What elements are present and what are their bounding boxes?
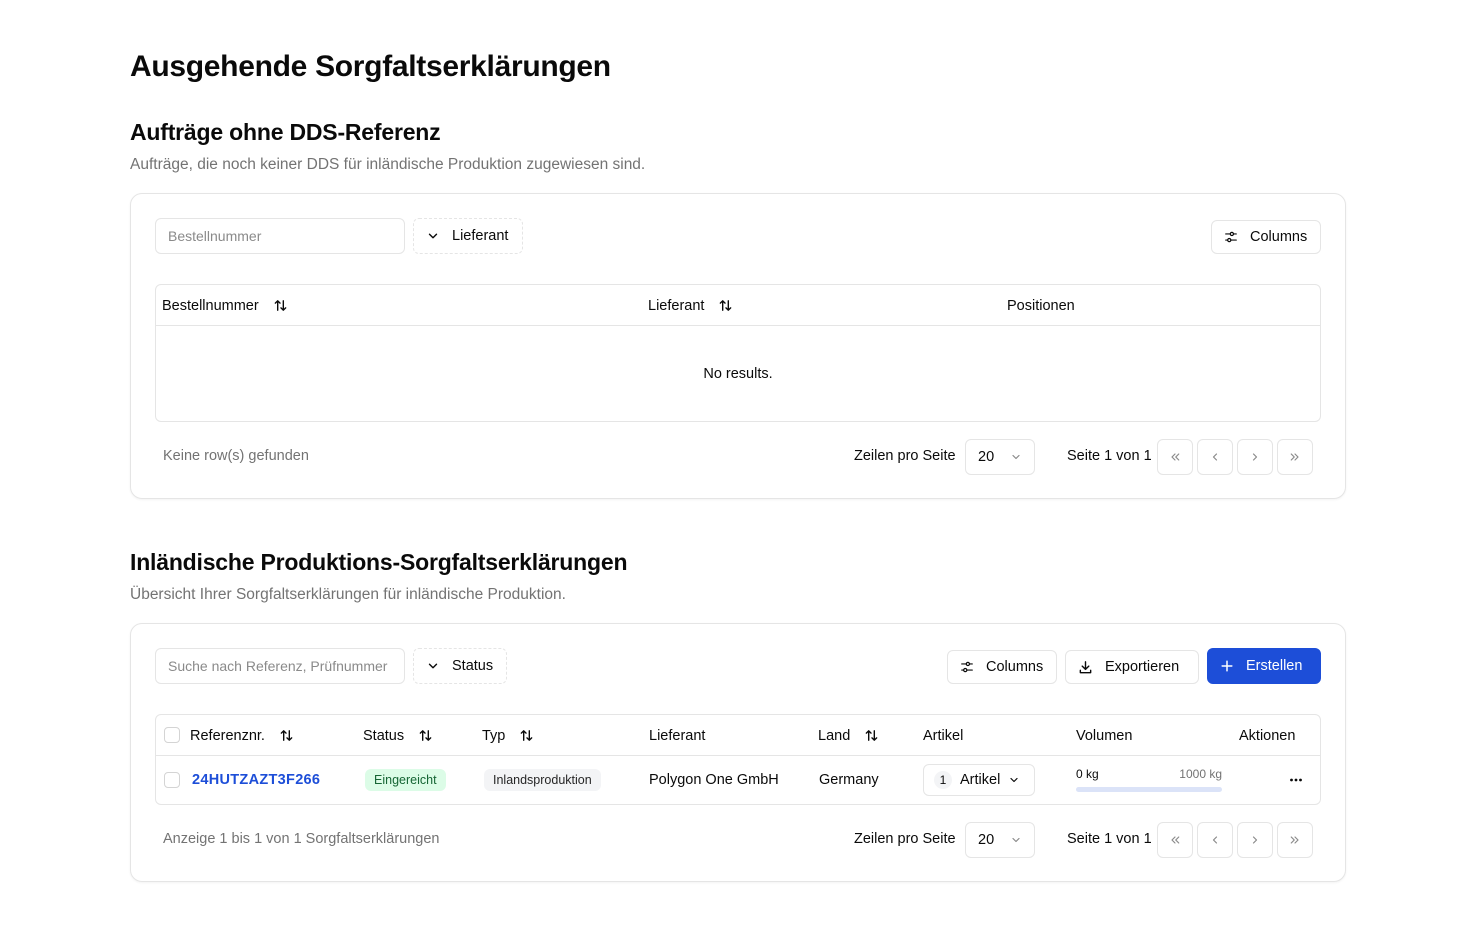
table-header: Bestellnummer Lieferant Positionen	[156, 285, 1320, 326]
declarations-card: Status Columns Exportieren Erstellen Ref…	[130, 623, 1346, 882]
table-header: Referenznr. Status Typ Lieferant Land Ar…	[156, 715, 1320, 756]
create-button-label: Erstellen	[1246, 658, 1303, 674]
page-title: Ausgehende Sorgfaltserklärungen	[130, 50, 611, 83]
volume-cell: 0 kg 1000 kg	[1076, 767, 1222, 795]
row-actions-button[interactable]	[1282, 768, 1310, 792]
section-title-domestic: Inländische Produktions-Sorgfaltserkläru…	[130, 549, 628, 575]
orders-card: Lieferant Columns Bestellnummer Lieferan…	[130, 193, 1346, 499]
chevron-down-icon	[1010, 777, 1018, 783]
article-label: Artikel	[960, 772, 1001, 788]
page-info: Seite 1 von 1	[1067, 831, 1152, 847]
first-page-button[interactable]	[1157, 822, 1193, 858]
orders-footer-summary: Keine row(s) gefunden	[163, 448, 309, 464]
export-button-label: Exportieren	[1105, 659, 1180, 675]
type-badge: Inlandsproduktion	[484, 756, 601, 804]
status-filter-label: Status	[452, 658, 494, 674]
chevrons-right-icon	[1290, 453, 1299, 461]
more-horizontal-icon	[1290, 778, 1302, 782]
column-header-positions: Positionen	[1007, 297, 1075, 314]
article-count-badge: 1	[934, 771, 952, 789]
chevron-down-icon	[428, 233, 438, 239]
next-page-button[interactable]	[1237, 822, 1273, 858]
column-header-country[interactable]: Land	[818, 715, 879, 756]
status-badge: Eingereicht	[365, 756, 446, 804]
article-dropdown-button[interactable]: 1 Artikel	[923, 764, 1035, 796]
country-cell: Germany	[819, 772, 879, 788]
volume-progress-bar	[1076, 787, 1222, 792]
next-page-button[interactable]	[1237, 439, 1273, 475]
chevron-right-icon	[1252, 453, 1258, 461]
row-checkbox[interactable]	[164, 772, 180, 788]
column-header-reference[interactable]: Referenznr.	[190, 715, 294, 756]
last-page-button[interactable]	[1277, 439, 1313, 475]
chevron-right-icon	[1252, 836, 1258, 844]
column-header-volume: Volumen	[1076, 727, 1133, 744]
columns-button-label: Columns	[1250, 229, 1308, 245]
sliders-icon	[961, 661, 973, 673]
reference-search-input[interactable]	[155, 648, 405, 684]
chevrons-left-icon	[1171, 453, 1180, 461]
column-header-article: Artikel	[923, 727, 964, 744]
columns-button[interactable]: Columns	[1211, 220, 1321, 254]
create-button[interactable]: Erstellen	[1207, 648, 1321, 684]
volume-max: 1000 kg	[1179, 767, 1222, 781]
columns-button-label: Columns	[986, 659, 1044, 675]
table-row: 24HUTZAZT3F266 Eingereicht Inlandsproduk…	[156, 756, 1320, 804]
select-all-checkbox[interactable]	[164, 727, 180, 743]
column-header-supplier: Lieferant	[649, 727, 706, 744]
section-description-orders: Aufträge, die noch keiner DDS für inländ…	[130, 156, 646, 173]
rows-per-page-label: Zeilen pro Seite	[854, 831, 956, 847]
order-number-search-input[interactable]	[155, 218, 405, 254]
section-description-domestic: Übersicht Ihrer Sorgfaltserklärungen für…	[130, 586, 566, 603]
previous-page-button[interactable]	[1197, 439, 1233, 475]
rows-per-page-select[interactable]: 20	[965, 822, 1035, 858]
supplier-filter-label: Lieferant	[452, 228, 509, 244]
sort-icon	[419, 730, 432, 741]
volume-current: 0 kg	[1076, 767, 1099, 781]
chevrons-left-icon	[1171, 836, 1180, 844]
column-header-status[interactable]: Status	[363, 715, 433, 756]
column-header-order-number[interactable]: Bestellnummer	[162, 285, 288, 326]
declarations-table: Referenznr. Status Typ Lieferant Land Ar…	[155, 714, 1321, 805]
section-title-orders: Aufträge ohne DDS-Referenz	[130, 119, 441, 145]
sort-icon	[720, 300, 732, 311]
page-info: Seite 1 von 1	[1067, 448, 1152, 464]
reference-link[interactable]: 24HUTZAZT3F266	[192, 756, 320, 804]
column-header-type[interactable]: Typ	[482, 715, 534, 756]
last-page-button[interactable]	[1277, 822, 1313, 858]
supplier-filter-button[interactable]: Lieferant	[413, 218, 523, 254]
sort-icon	[280, 730, 293, 741]
rows-per-page-select[interactable]: 20	[965, 439, 1035, 475]
chevron-down-icon	[428, 663, 438, 669]
chevron-down-icon	[1012, 454, 1020, 460]
orders-table: Bestellnummer Lieferant Positionen No re…	[155, 284, 1321, 422]
rows-per-page-label: Zeilen pro Seite	[854, 448, 956, 464]
supplier-cell: Polygon One GmbH	[649, 772, 779, 788]
sort-icon	[521, 730, 533, 741]
empty-state: No results.	[703, 365, 773, 382]
chevron-down-icon	[1012, 837, 1020, 843]
previous-page-button[interactable]	[1197, 822, 1233, 858]
plus-icon	[1221, 660, 1233, 672]
sliders-icon	[1225, 231, 1237, 243]
chevrons-right-icon	[1290, 836, 1299, 844]
columns-button[interactable]: Columns	[947, 650, 1057, 684]
column-header-actions: Aktionen	[1239, 727, 1296, 744]
declarations-footer-summary: Anzeige 1 bis 1 von 1 Sorgfaltserklärung…	[163, 831, 440, 847]
download-icon	[1079, 660, 1092, 673]
chevron-left-icon	[1212, 836, 1218, 844]
first-page-button[interactable]	[1157, 439, 1193, 475]
sort-icon	[865, 730, 878, 741]
sort-icon	[274, 300, 287, 311]
status-filter-button[interactable]: Status	[413, 648, 507, 684]
column-header-supplier[interactable]: Lieferant	[648, 285, 733, 326]
chevron-left-icon	[1212, 453, 1218, 461]
export-button[interactable]: Exportieren	[1065, 650, 1199, 684]
